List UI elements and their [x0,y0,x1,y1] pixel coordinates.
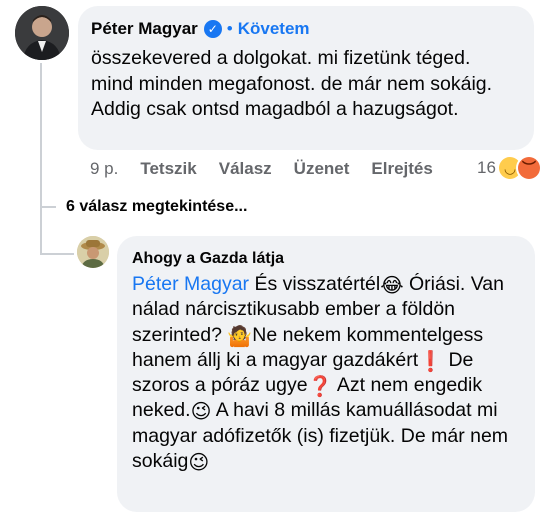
tears-of-joy-emoji-icon: 😂 [380,275,404,297]
comment-timestamp[interactable]: 9 p. [90,159,118,179]
exclamation-emoji-icon: ❗ [418,350,444,373]
question-emoji-icon: ❓ [307,376,333,399]
reply-author[interactable]: Ahogy a Gazda látja [132,250,284,268]
reply-text-segment: És visszatértél [249,273,381,295]
mention-link[interactable]: Péter Magyar [132,273,249,295]
comment-author[interactable]: Péter Magyar [91,19,198,39]
thread-line [40,63,42,208]
comment-text: összekevered a dolgokat. mi fizetünk tég… [91,47,493,120]
message-button[interactable]: Üzenet [294,159,350,179]
thread-line-curve [40,206,56,208]
reply-avatar[interactable] [77,236,109,268]
separator-dot: • [226,19,233,38]
reply-button[interactable]: Válasz [219,159,272,179]
shrug-emoji-icon: 🤷 [227,325,253,348]
angry-emoji-icon[interactable]: ︶ [518,157,540,179]
reply-profile-photo [77,236,109,268]
reply-text: Péter Magyar És visszatértél😂 Óriási. Va… [132,272,532,474]
comment-action-bar: 9 p. Tetszik Válasz Üzenet Elrejtés [90,159,455,179]
reaction-count[interactable]: 16 [477,158,496,178]
like-button[interactable]: Tetszik [140,159,196,179]
comment-bubble: Péter Magyar ✓ • Követem összekevered a … [78,6,534,150]
follow-button[interactable]: Követem [238,19,310,39]
hide-button[interactable]: Elrejtés [371,159,432,179]
avatar[interactable] [15,6,69,60]
winking-emoji-icon: 😉 [190,401,212,424]
profile-photo [15,6,69,60]
verified-badge-icon: ✓ [203,20,222,38]
thread-line-reply [40,208,42,254]
thread-line-reply-curve [40,253,74,255]
winking-emoji-icon: 😉 [188,452,210,475]
reply-bubble: Ahogy a Gazda látja Péter Magyar És viss… [117,236,535,512]
view-replies-link[interactable]: 6 válasz megtekintése... [66,198,247,216]
